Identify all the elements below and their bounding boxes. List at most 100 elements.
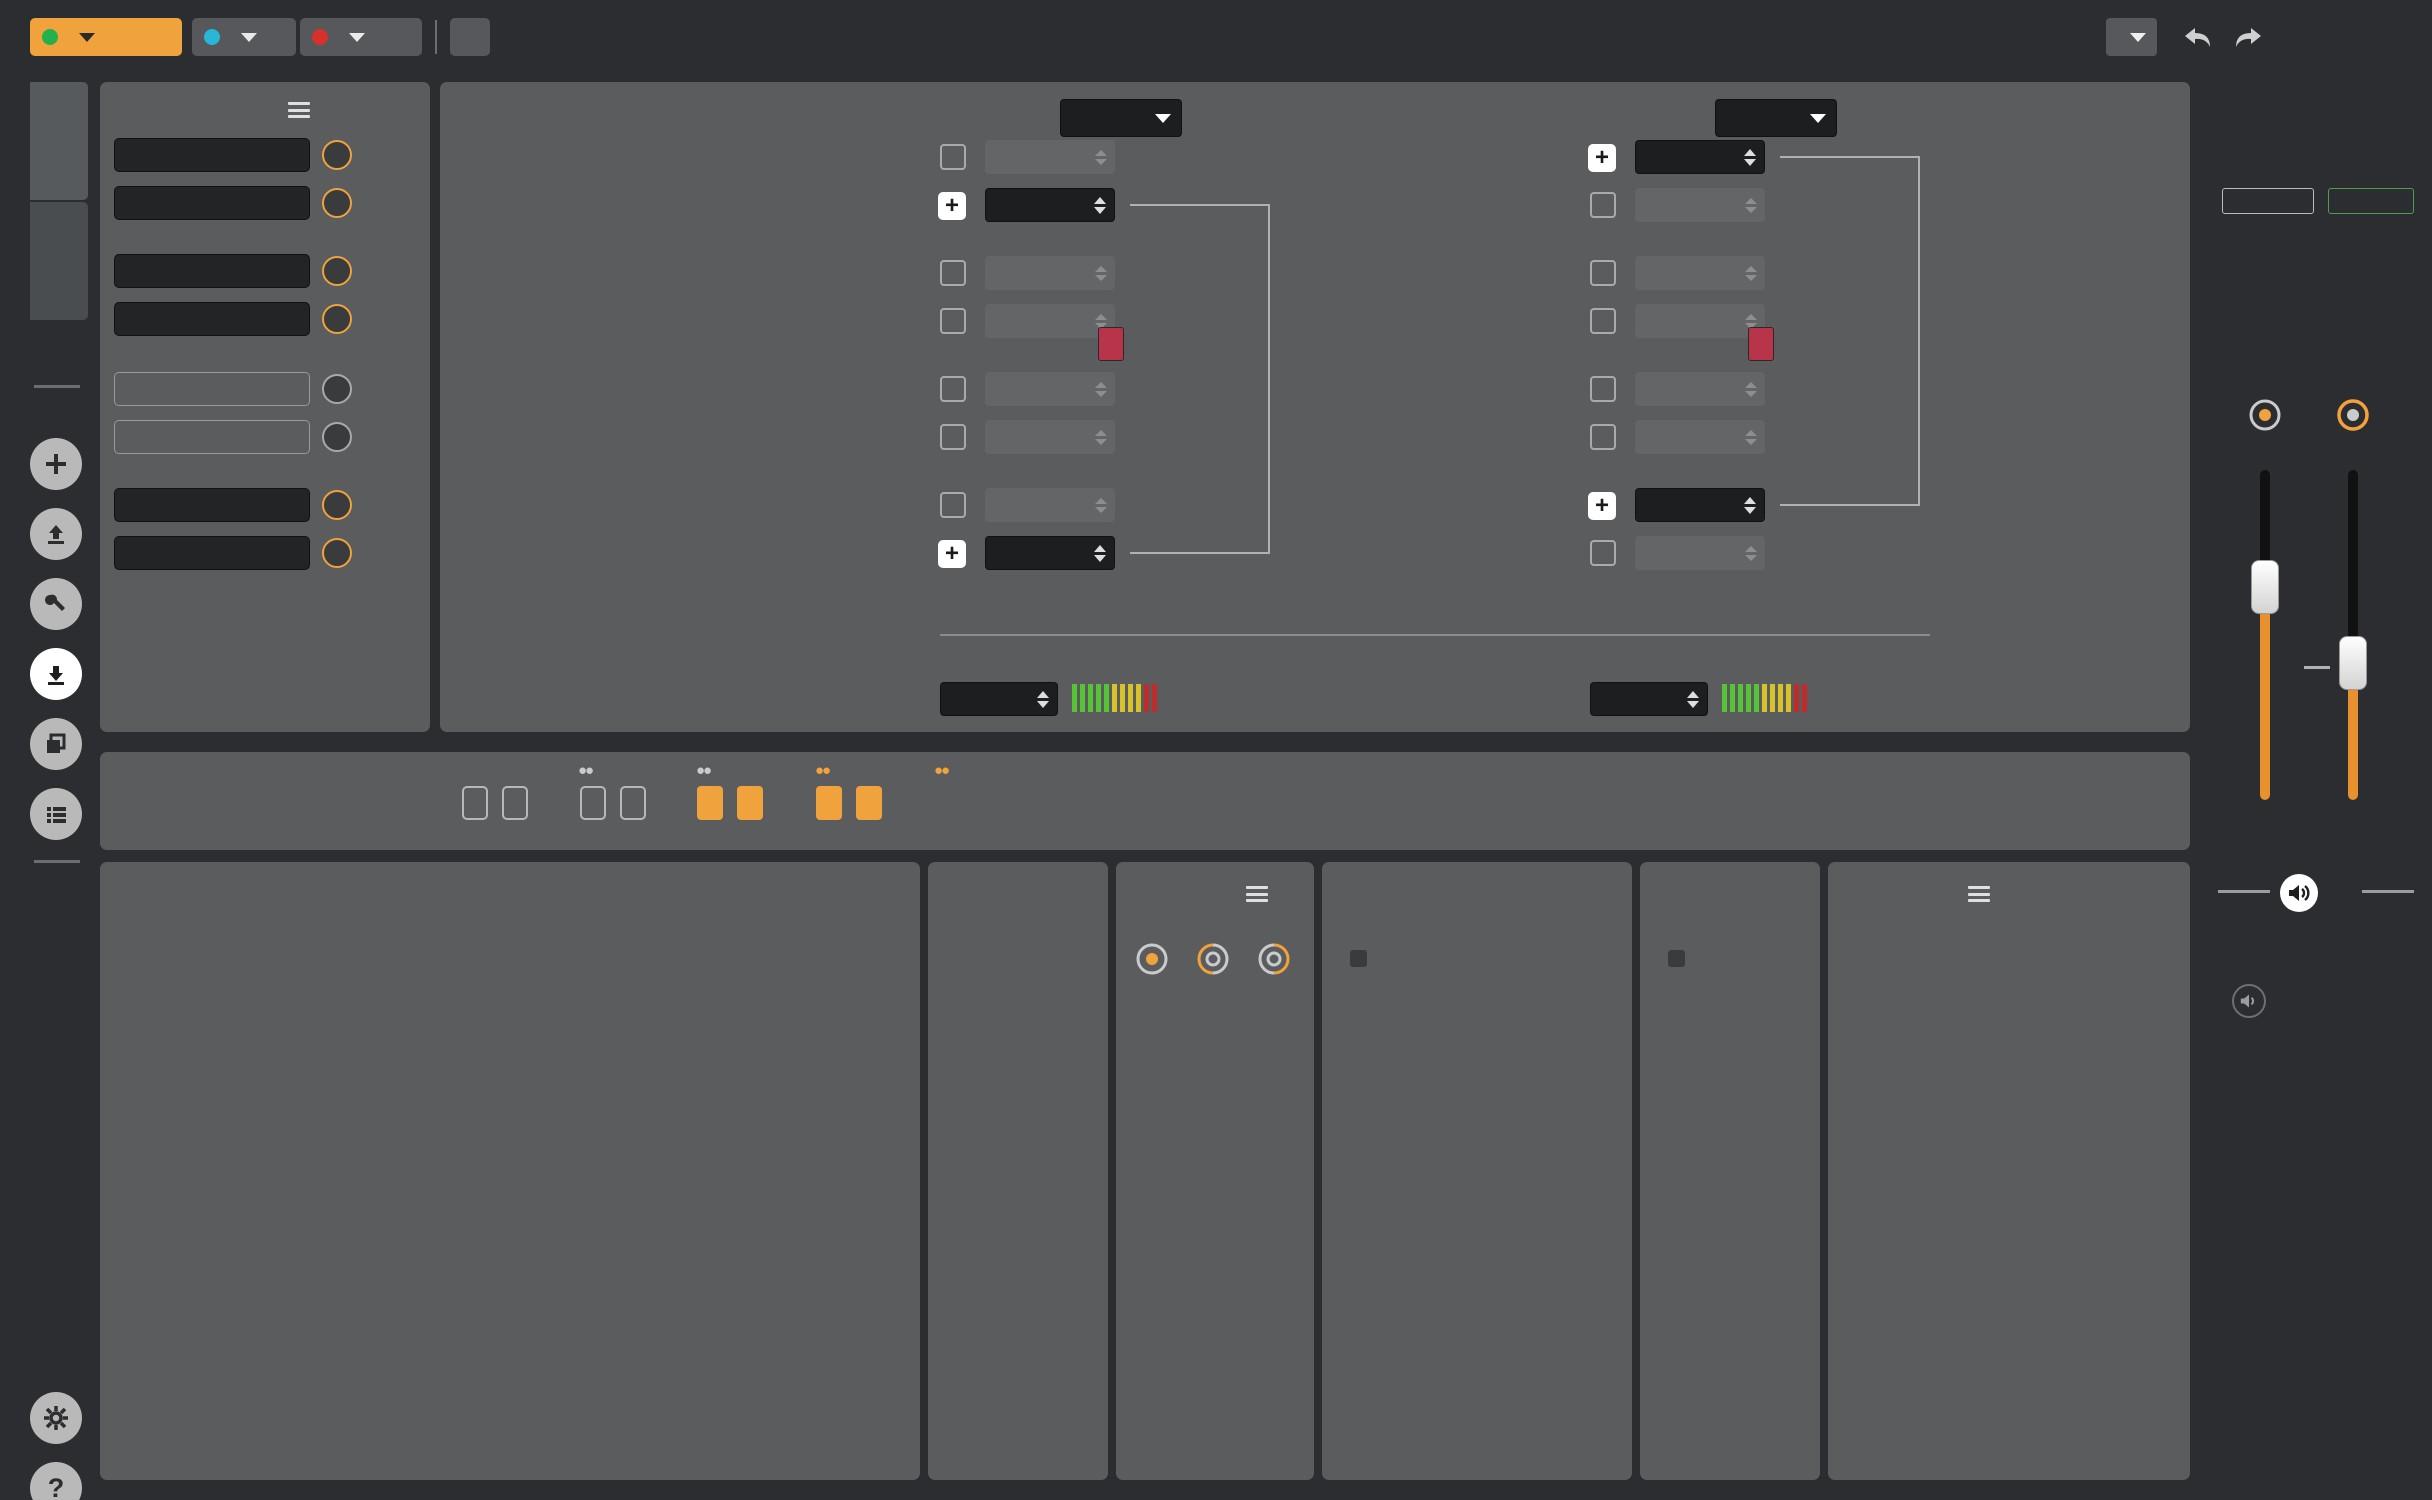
stepper-arrows[interactable] — [1095, 149, 1107, 165]
input-chip-8[interactable] — [114, 536, 310, 570]
eq-mixing-select-1[interactable] — [1060, 99, 1182, 137]
eq-link-icon-4[interactable]: ●● — [934, 762, 950, 779]
wrench-icon-button[interactable] — [30, 578, 82, 630]
eq-slot-2[interactable] — [502, 786, 528, 820]
add-preset-button[interactable] — [450, 18, 490, 56]
eq-link-icon-2[interactable]: ●● — [696, 762, 712, 779]
eq-mix2-gain-2[interactable] — [1635, 188, 1765, 222]
eq-mixing-select-2[interactable] — [1715, 99, 1837, 137]
eq-mix1-gain-5[interactable] — [985, 372, 1115, 406]
eq-mix1-gain-7[interactable] — [985, 488, 1115, 522]
eq-mix1-check-5[interactable] — [940, 376, 966, 402]
polarity-header-flag[interactable] — [1668, 950, 1685, 967]
fader-left-target-icon-button[interactable] — [2248, 398, 2282, 432]
eq-mix1-plus-2[interactable]: + — [938, 192, 966, 220]
eq-link-icon-3[interactable]: ●● — [815, 762, 831, 779]
eq-mix1-gain-2[interactable] — [985, 188, 1115, 222]
eq-slot-3[interactable] — [580, 786, 606, 820]
input-chip-1[interactable] — [114, 138, 310, 172]
pre-eq-trim-input-1[interactable] — [940, 682, 1058, 716]
list-icon-button[interactable] — [30, 788, 82, 840]
stepper-arrows[interactable] — [1094, 196, 1106, 214]
eq-mix2-plus-1[interactable]: + — [1588, 144, 1616, 172]
input-chip-6[interactable] — [114, 420, 310, 454]
eq-mix2-gain-4[interactable] — [1635, 304, 1765, 338]
fader-right-handle[interactable] — [2339, 636, 2367, 690]
stepper-arrows[interactable] — [1745, 197, 1757, 213]
input-chip-4[interactable] — [114, 302, 310, 336]
add-icon-button[interactable] — [30, 438, 82, 490]
eq-mix2-gain-1[interactable] — [1635, 140, 1765, 174]
input-chip-3[interactable] — [114, 254, 310, 288]
eq-slot-8[interactable] — [856, 786, 882, 820]
download-icon-button[interactable] — [30, 648, 82, 700]
spdif-mute-button[interactable] — [2232, 984, 2266, 1018]
eq-mix2-check-3[interactable] — [1590, 260, 1616, 286]
sidebar-tab-setup[interactable] — [30, 82, 88, 200]
eq-slot-6[interactable] — [737, 786, 763, 820]
pre-eq-trim-input-2[interactable] — [1590, 682, 1708, 716]
undo-button[interactable] — [2179, 18, 2217, 56]
stepper-arrows[interactable] — [1095, 381, 1107, 397]
valet-dropdown[interactable] — [2106, 18, 2157, 56]
eq-mix1-gain-1[interactable] — [985, 140, 1115, 174]
upload-icon-button[interactable] — [30, 508, 82, 560]
eq-mix2-check-6[interactable] — [1590, 424, 1616, 450]
eq-mix2-gain-8[interactable] — [1635, 536, 1765, 570]
minimize-button[interactable] — [2284, 18, 2322, 56]
preset-normal[interactable] — [30, 18, 182, 56]
volume-target-right-icon-button[interactable] — [1257, 942, 1291, 976]
input-chip-7[interactable] — [114, 488, 310, 522]
eq-slot-7[interactable] — [816, 786, 842, 820]
input-number-3[interactable] — [322, 256, 352, 286]
eq-mix2-check-5[interactable] — [1590, 376, 1616, 402]
stepper-arrows[interactable] — [1744, 148, 1756, 166]
close-button[interactable] — [2339, 18, 2377, 56]
redo-button[interactable] — [2229, 18, 2267, 56]
eq-mix2-check-2[interactable] — [1590, 192, 1616, 218]
eq-link-icon-1[interactable]: ●● — [578, 762, 594, 779]
stepper-arrows[interactable] — [1095, 497, 1107, 513]
eq-mix1-check-3[interactable] — [940, 260, 966, 286]
input-chip-2[interactable] — [114, 186, 310, 220]
stepper-arrows[interactable] — [1094, 544, 1106, 562]
eq-mix1-plus-8[interactable]: + — [938, 540, 966, 568]
fader-left-handle[interactable] — [2251, 560, 2279, 614]
eq-mix2-gain-5[interactable] — [1635, 372, 1765, 406]
stepper-arrows[interactable] — [1095, 265, 1107, 281]
help-icon-button[interactable]: ? — [30, 1462, 82, 1500]
input-number-6[interactable] — [322, 422, 352, 452]
eq-mix2-gain-7[interactable] — [1635, 488, 1765, 522]
eq-mix1-gain-6[interactable] — [985, 420, 1115, 454]
eq-mix1-check-1[interactable] — [940, 144, 966, 170]
inputs-menu-button[interactable] — [288, 102, 310, 118]
eq-mix2-plus-7[interactable]: + — [1588, 492, 1616, 520]
preset-bass[interactable] — [300, 18, 422, 56]
input-chip-5[interactable] — [114, 372, 310, 406]
volume-target-left-icon-button[interactable] — [1196, 942, 1230, 976]
sidebar-tab-tune[interactable] — [30, 202, 88, 320]
input-number-7[interactable] — [322, 490, 352, 520]
master-mute-button[interactable] — [2280, 874, 2318, 912]
input-number-1[interactable] — [322, 140, 352, 170]
eq-mix2-gain-3[interactable] — [1635, 256, 1765, 290]
eq-slot-1[interactable] — [462, 786, 488, 820]
eq-slot-4[interactable] — [620, 786, 646, 820]
fader-right-target-icon-button[interactable] — [2336, 398, 2370, 432]
eq-mix1-check-7[interactable] — [940, 492, 966, 518]
eq-mix1-check-4[interactable] — [940, 308, 966, 334]
copy-icon-button[interactable] — [30, 718, 82, 770]
stepper-arrows[interactable] — [1687, 690, 1699, 708]
input-number-8[interactable] — [322, 538, 352, 568]
preset-sq[interactable] — [192, 18, 296, 56]
stepper-arrows[interactable] — [1095, 429, 1107, 445]
eq-mix2-gain-6[interactable] — [1635, 420, 1765, 454]
eq-mix1-gain-4[interactable] — [985, 304, 1115, 338]
stepper-arrows[interactable] — [1037, 690, 1049, 708]
input-number-2[interactable] — [322, 188, 352, 218]
eq-mix1-check-6[interactable] — [940, 424, 966, 450]
stepper-arrows[interactable] — [1745, 429, 1757, 445]
eq-mix2-check-4[interactable] — [1590, 308, 1616, 334]
eq-mix2-check-8[interactable] — [1590, 540, 1616, 566]
simulation-value[interactable] — [2328, 188, 2414, 214]
